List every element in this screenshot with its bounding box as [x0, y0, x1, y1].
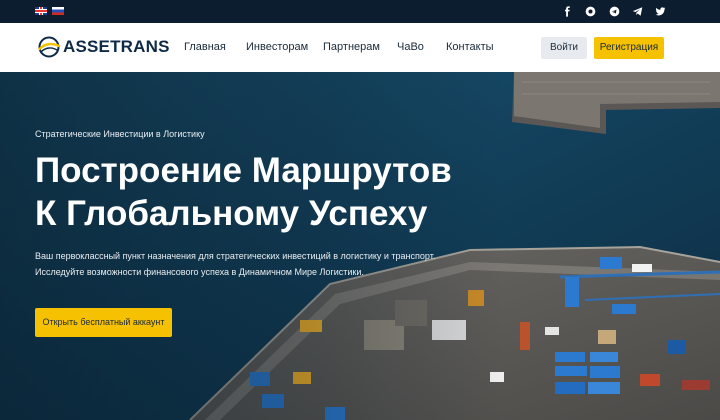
hero-desc-line2: Исследуйте возможности финансового успех… — [35, 267, 364, 277]
nav-home[interactable]: Главная — [184, 41, 226, 53]
hero-overlay — [0, 72, 720, 420]
instagram-icon[interactable] — [584, 5, 596, 17]
twitter-icon[interactable] — [654, 5, 666, 17]
hero-description: Ваш первоклассный пункт назначения для с… — [35, 248, 515, 280]
hero-title: Построение Маршрутов К Глобальному Успех… — [35, 149, 555, 235]
nav-partners[interactable]: Партнерам — [323, 41, 380, 53]
hero-title-line2: К Глобальному Успеху — [35, 194, 428, 233]
nav-faq[interactable]: ЧаВо — [397, 41, 424, 53]
nav-investors[interactable]: Инвесторам — [246, 41, 308, 53]
ru-flag-icon[interactable] — [52, 7, 64, 15]
globe-logo-icon — [38, 36, 61, 58]
hero-tagline: Стратегические Инвестиции в Логистику — [35, 129, 205, 139]
open-account-button[interactable]: Открыть бесплатный аккаунт — [35, 308, 172, 337]
uk-flag-icon[interactable] — [35, 7, 47, 15]
hero-title-line1: Построение Маршрутов — [35, 151, 452, 190]
hero-section: Стратегические Инвестиции в Логистику По… — [0, 72, 720, 420]
top-bar — [0, 0, 720, 23]
main-navbar: ASSETRANS Главная Инвесторам Партнерам Ч… — [0, 23, 720, 72]
hero-desc-line1: Ваш первоклассный пункт назначения для с… — [35, 251, 436, 261]
login-button[interactable]: Войти — [541, 37, 587, 59]
nav-contacts[interactable]: Контакты — [446, 41, 494, 53]
logo[interactable]: ASSETRANS — [37, 35, 170, 59]
register-button[interactable]: Регистрация — [594, 37, 664, 59]
telegram-icon[interactable] — [608, 5, 620, 17]
facebook-icon[interactable] — [561, 5, 573, 17]
telegram-send-icon[interactable] — [631, 5, 643, 17]
logo-text: ASSETRANS — [63, 37, 170, 56]
